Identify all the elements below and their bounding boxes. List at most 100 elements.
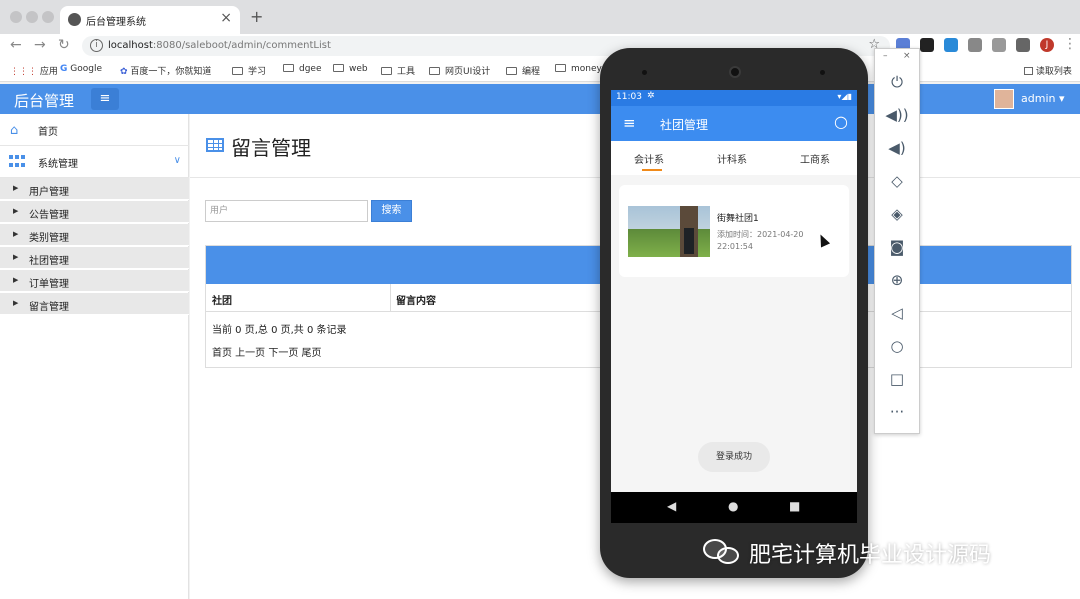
menu-toggle-button[interactable]: ≡ xyxy=(91,88,119,110)
browser-tabbar: 后台管理系统 × + xyxy=(0,0,1080,34)
sidebar-item-label: 公告管理 xyxy=(29,210,69,221)
bookmark-folder[interactable]: 学习 xyxy=(232,64,266,77)
bookmark-folder[interactable]: 编程 xyxy=(506,64,540,77)
url-text: localhost:8080/saleboot/admin/commentLis… xyxy=(108,40,331,51)
extension-icon[interactable] xyxy=(944,38,958,52)
avatar[interactable] xyxy=(994,89,1014,109)
phone-statusbar: 11:03 ✲ ▾◢▮ xyxy=(611,90,857,106)
phone-appbar: ≡ 社团管理 ○ xyxy=(611,106,857,141)
close-icon[interactable]: × xyxy=(903,51,911,61)
overview-icon[interactable]: ■ xyxy=(789,499,800,513)
back-icon[interactable]: ◁ xyxy=(875,304,919,322)
phone-tabs: 会计系 计科系 工商系 xyxy=(611,141,857,175)
tab-title: 后台管理系统 xyxy=(86,17,146,28)
caret-right-icon: ▶ xyxy=(13,207,19,215)
new-tab-button[interactable]: + xyxy=(250,7,263,26)
bookmark-baidu[interactable]: ✿ 百度一下，你就知道 xyxy=(120,64,211,77)
overview-icon[interactable]: □ xyxy=(875,370,919,388)
status-clock: 11:03 xyxy=(616,92,642,102)
bookmark-folder[interactable]: 工具 xyxy=(381,64,415,77)
extension-icon[interactable] xyxy=(968,38,982,52)
active-tab-indicator xyxy=(642,169,662,171)
site-info-icon[interactable]: i xyxy=(90,39,103,52)
extension-icon[interactable] xyxy=(920,38,934,52)
tab-computer-science[interactable]: 计科系 xyxy=(717,151,747,166)
phone-app-title: 社团管理 xyxy=(660,118,709,132)
chevron-down-icon: ∨ xyxy=(173,155,181,166)
maximize-window-dot[interactable] xyxy=(42,11,54,23)
sidebar-item-label: 社团管理 xyxy=(29,256,69,267)
back-icon[interactable]: ← xyxy=(10,37,22,53)
caret-right-icon: ▶ xyxy=(13,184,19,192)
sidebar-item-categories[interactable]: ▶ 类别管理 xyxy=(0,224,189,246)
zoom-icon[interactable]: ⊕ xyxy=(875,271,919,289)
club-card[interactable]: 街舞社团1 添加时间：2021-04-20 22:01:54 xyxy=(619,185,849,277)
minimize-window-dot[interactable] xyxy=(26,11,38,23)
profile-avatar[interactable]: J xyxy=(1040,38,1054,52)
toast-message: 登录成功 xyxy=(698,442,770,472)
browser-tab[interactable]: 后台管理系统 × xyxy=(60,6,240,34)
column-header-content: 留言内容 xyxy=(396,296,436,307)
home-icon[interactable]: ○ xyxy=(875,337,919,355)
tab-close-icon[interactable]: × xyxy=(220,10,232,26)
volume-down-icon[interactable]: ◀) xyxy=(875,139,919,157)
bookmark-folder[interactable]: money xyxy=(555,64,602,74)
sidebar-item-label: 类别管理 xyxy=(29,233,69,244)
sensor-dot xyxy=(820,70,825,75)
bookmark-folder[interactable]: web xyxy=(333,64,368,74)
sensor-dot xyxy=(642,70,647,75)
sidebar-item-label: 订单管理 xyxy=(29,279,69,290)
pager-nav[interactable]: 首页 上一页 下一页 尾页 xyxy=(212,344,322,359)
home-icon: ⌂ xyxy=(10,123,19,138)
sidebar: ⌂ 首页 系统管理 ∨ ▶ 用户管理 ▶ 公告管理 ▶ 类别管理 ▶ 社团管理 ▶ 订单管… xyxy=(0,114,189,599)
search-button[interactable]: 搜索 xyxy=(371,200,412,222)
reload-icon[interactable]: ↻ xyxy=(58,37,70,53)
sidebar-item-comments[interactable]: ▶ 留言管理 xyxy=(0,293,189,315)
search-input[interactable] xyxy=(205,200,368,222)
forward-icon[interactable]: → xyxy=(34,37,46,53)
back-icon[interactable]: ◀ xyxy=(667,499,676,513)
hamburger-menu-icon[interactable]: ≡ xyxy=(623,114,636,132)
pager-info: 当前 0 页,总 0 页,共 0 条记录 xyxy=(212,325,347,336)
caret-right-icon: ▶ xyxy=(13,299,19,307)
sidebar-item-label: 用户管理 xyxy=(29,187,69,198)
more-menu-icon[interactable]: ⋮ xyxy=(1063,36,1077,52)
sidebar-item-home[interactable]: ⌂ 首页 xyxy=(0,114,189,146)
minimize-icon[interactable]: – xyxy=(883,51,888,61)
tab-business[interactable]: 工商系 xyxy=(800,151,830,166)
phone-navbar: ◀ ● ■ xyxy=(611,492,857,523)
search-icon[interactable]: ○ xyxy=(834,112,848,131)
club-thumbnail xyxy=(628,206,710,257)
sidebar-item-orders[interactable]: ▶ 订单管理 xyxy=(0,270,189,292)
emulator-controls: – × ⏻ ◀)) ◀) ◇ ◈ ◙ ⊕ ◁ ○ □ ··· xyxy=(874,48,920,434)
grid-icon xyxy=(9,155,25,169)
sidebar-item-users[interactable]: ▶ 用户管理 xyxy=(0,178,189,200)
user-menu[interactable]: admin ▾ xyxy=(1021,92,1064,105)
column-header-club: 社团 xyxy=(212,296,232,307)
home-icon[interactable]: ● xyxy=(728,499,738,513)
bookmark-folder[interactable]: 网页UI设计 xyxy=(429,64,490,77)
puzzle-icon[interactable] xyxy=(1016,38,1030,52)
camera-icon[interactable]: ◙ xyxy=(875,238,919,256)
club-added-time: 添加时间：2021-04-20 22:01:54 xyxy=(717,230,804,251)
sidebar-item-label: 系统管理 xyxy=(38,159,78,170)
rotate-right-icon[interactable]: ◈ xyxy=(875,205,919,223)
bookmark-google[interactable]: G Google xyxy=(60,64,102,74)
reading-list[interactable]: 读取列表 xyxy=(1024,64,1072,77)
power-icon[interactable]: ⏻ xyxy=(875,73,919,91)
globe-icon xyxy=(68,13,81,26)
extension-icon[interactable] xyxy=(992,38,1006,52)
volume-up-icon[interactable]: ◀)) xyxy=(875,106,919,124)
close-window-dot[interactable] xyxy=(10,11,22,23)
sidebar-item-notices[interactable]: ▶ 公告管理 xyxy=(0,201,189,223)
tab-accounting[interactable]: 会计系 xyxy=(634,151,664,166)
column-divider xyxy=(390,284,391,312)
more-icon[interactable]: ··· xyxy=(875,403,919,421)
front-camera xyxy=(729,66,741,78)
bookmark-apps[interactable]: ⋮⋮⋮ 应用 xyxy=(10,64,58,77)
sidebar-item-clubs[interactable]: ▶ 社团管理 xyxy=(0,247,189,269)
sidebar-group-system[interactable]: 系统管理 ∨ xyxy=(0,146,189,178)
bookmark-folder[interactable]: dgee xyxy=(283,64,322,74)
rotate-left-icon[interactable]: ◇ xyxy=(875,172,919,190)
phone-emulator: 11:03 ✲ ▾◢▮ ≡ 社团管理 ○ 会计系 计科系 工商系 街舞社团1 添… xyxy=(600,48,868,578)
